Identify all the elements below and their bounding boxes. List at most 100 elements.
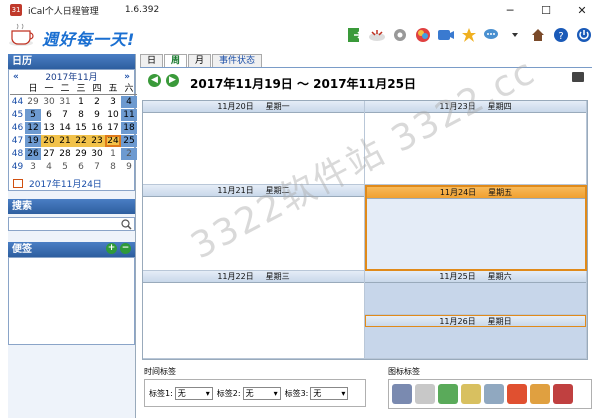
calendar-day[interactable]: 11: [121, 109, 137, 121]
week-number[interactable]: 49: [10, 161, 25, 173]
export-icon[interactable]: [343, 24, 364, 45]
calendar-day[interactable]: 1: [73, 96, 89, 108]
gift-icon[interactable]: [553, 384, 573, 404]
color-icon[interactable]: [412, 24, 433, 45]
day-cell-wed[interactable]: 11月22日 星期三: [143, 271, 365, 359]
power-icon[interactable]: [573, 24, 594, 45]
calendar-day[interactable]: 20: [41, 135, 57, 147]
calendar-day[interactable]: 24: [105, 135, 121, 147]
calendar-day[interactable]: 1: [105, 148, 121, 160]
money-icon[interactable]: [438, 384, 458, 404]
calendar-day[interactable]: 29: [25, 96, 41, 108]
week-number[interactable]: 48: [10, 148, 25, 160]
chevron-down-icon[interactable]: [504, 24, 525, 45]
notes-area[interactable]: [8, 257, 135, 345]
calendar-day[interactable]: 9: [89, 109, 105, 121]
star-icon[interactable]: [458, 24, 479, 45]
day-cell-mon[interactable]: 11月20日 星期一: [143, 101, 365, 185]
day-cell-sat[interactable]: 11月25日 星期六: [365, 271, 587, 315]
search-icon[interactable]: [121, 219, 132, 230]
calendar-day[interactable]: 16: [89, 122, 105, 134]
calendar-day[interactable]: 4: [41, 161, 57, 173]
calendar-day[interactable]: 2: [121, 148, 137, 160]
chat-icon[interactable]: [481, 24, 502, 45]
calendar-day[interactable]: 9: [121, 161, 137, 173]
banner: 週好每一天! ?: [0, 20, 600, 52]
day-cell-fri-current[interactable]: 11月24日 星期五: [365, 185, 587, 271]
calendar-day[interactable]: 3: [105, 96, 121, 108]
icon-tags-group: 图标标签: [388, 366, 592, 409]
week-number[interactable]: 44: [10, 96, 25, 108]
calendar-day[interactable]: 14: [57, 122, 73, 134]
calendar-day[interactable]: 23: [89, 135, 105, 147]
calendar-day[interactable]: 29: [73, 148, 89, 160]
next-week-button[interactable]: ▶: [166, 74, 179, 87]
calendar-day[interactable]: 8: [73, 109, 89, 121]
calendar-day[interactable]: 13: [41, 122, 57, 134]
mini-calendar: « 2017年11月 » 日一二三四五六 44 29 30 31 1 2 3 4 45 5 6 7 8 9 1…: [8, 69, 137, 191]
calendar-day[interactable]: 10: [105, 109, 121, 121]
search-input[interactable]: [8, 217, 135, 231]
calendar-day[interactable]: 28: [57, 148, 73, 160]
tag3-select[interactable]: 无: [310, 386, 349, 400]
calendar-day[interactable]: 5: [25, 109, 41, 121]
today-link[interactable]: 2017年11月24日: [9, 176, 134, 190]
calendar-day[interactable]: 30: [41, 96, 57, 108]
calendar-day[interactable]: 8: [105, 161, 121, 173]
calendar-day[interactable]: 30: [89, 148, 105, 160]
calendar-day[interactable]: 25: [121, 135, 137, 147]
week-number[interactable]: 46: [10, 122, 25, 134]
video-icon[interactable]: [435, 24, 456, 45]
calendar-day[interactable]: 27: [41, 148, 57, 160]
prev-month-button[interactable]: «: [13, 72, 19, 82]
calendar-day[interactable]: 21: [57, 135, 73, 147]
notes-header: 便签 + −: [8, 242, 135, 257]
calendar-day[interactable]: 18: [121, 122, 137, 134]
home-icon[interactable]: [527, 24, 548, 45]
help-icon[interactable]: ?: [550, 24, 571, 45]
calendar-day[interactable]: 12: [25, 122, 41, 134]
calendar-day[interactable]: 2: [89, 96, 105, 108]
calendar-day[interactable]: 15: [73, 122, 89, 134]
day-cell-thu[interactable]: 11月23日 星期四: [365, 101, 587, 185]
calendar-day[interactable]: 3: [25, 161, 41, 173]
calendar-day[interactable]: 22: [73, 135, 89, 147]
tab-day[interactable]: 日: [140, 54, 164, 67]
next-month-button[interactable]: »: [124, 72, 130, 82]
print-icon[interactable]: [572, 72, 584, 82]
calendar-day[interactable]: 17: [105, 122, 121, 134]
coupon-icon[interactable]: [530, 384, 550, 404]
tag1-select[interactable]: 无: [174, 386, 213, 400]
day-cell-tue[interactable]: 11月21日 星期二: [143, 185, 365, 271]
calendar-day[interactable]: 26: [25, 148, 41, 160]
tab-month[interactable]: 月: [188, 54, 212, 67]
calendar-day[interactable]: 6: [41, 109, 57, 121]
people-icon[interactable]: [392, 384, 412, 404]
time-tags-group: 时间标签 标签1:无 标签2:无 标签3:无: [144, 366, 366, 407]
settings-icon[interactable]: [389, 24, 410, 45]
apple-icon[interactable]: [507, 384, 527, 404]
week-number[interactable]: 45: [10, 109, 25, 121]
calendar-day[interactable]: 7: [89, 161, 105, 173]
prev-week-button[interactable]: ◀: [148, 74, 161, 87]
calendar-day[interactable]: 31: [57, 96, 73, 108]
tag2-select[interactable]: 无: [242, 386, 281, 400]
tab-week[interactable]: 周: [164, 54, 188, 67]
remove-note-button[interactable]: −: [120, 243, 131, 254]
calendar-day[interactable]: 19: [25, 135, 41, 147]
add-note-button[interactable]: +: [106, 243, 117, 254]
maximize-button[interactable]: ☐: [528, 0, 564, 20]
calendar-day[interactable]: 4: [121, 96, 137, 108]
minimize-button[interactable]: ─: [492, 0, 528, 20]
calendar-day[interactable]: 5: [57, 161, 73, 173]
week-number[interactable]: 47: [10, 135, 25, 147]
treadmill-icon[interactable]: [484, 384, 504, 404]
tab-event-status[interactable]: 事件状态: [212, 54, 263, 67]
calendar-day[interactable]: 6: [73, 161, 89, 173]
weather-icon[interactable]: [366, 24, 387, 45]
chat-bubble-icon[interactable]: [461, 384, 481, 404]
airplane-icon[interactable]: [415, 384, 435, 404]
calendar-day[interactable]: 7: [57, 109, 73, 121]
day-cell-sun[interactable]: 11月26日 星期日: [365, 315, 587, 359]
close-button[interactable]: ✕: [564, 0, 600, 20]
